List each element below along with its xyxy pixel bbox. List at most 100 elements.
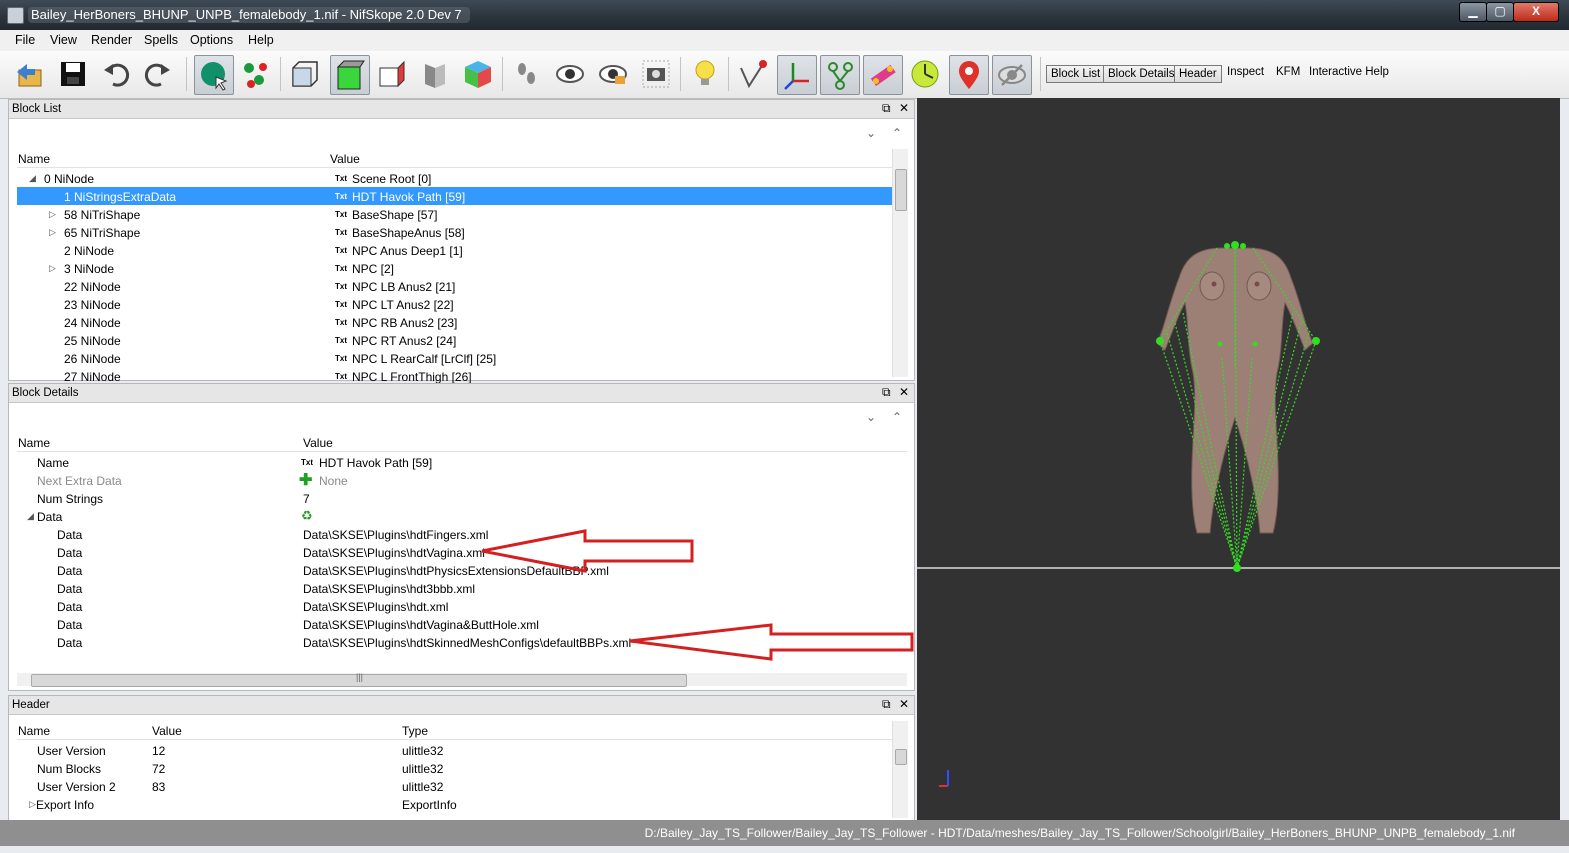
col-value[interactable]: Value <box>303 436 333 450</box>
show-markers-icon[interactable] <box>949 55 989 95</box>
block-value: NPC LB Anus2 [21] <box>352 280 456 294</box>
detail-row[interactable]: Data Data\SKSE\Plugins\hdtVagina&ButtHole… <box>17 615 907 633</box>
lighting-icon[interactable] <box>686 55 724 93</box>
block-name: 22 NiNode <box>64 280 121 294</box>
screenshot-icon[interactable] <box>637 55 675 93</box>
close-panel-icon[interactable]: ✕ <box>899 385 909 399</box>
block-list-row[interactable]: 22 NiNode Txt NPC LB Anus2 [21] <box>17 277 892 295</box>
expand-arrow-icon[interactable]: ▷ <box>49 263 56 274</box>
view-top-icon[interactable] <box>330 55 370 95</box>
expand-arrow-icon[interactable]: ◢ <box>27 511 34 522</box>
detail-row[interactable]: Data Data\SKSE\Plugins\hdtFingers.xml <box>17 525 907 543</box>
menu-help[interactable]: Help <box>248 33 274 47</box>
detail-row[interactable]: Data Data\SKSE\Plugins\hdt3bbb.xml <box>17 579 907 597</box>
menu-render[interactable]: Render <box>91 33 132 47</box>
select-vertex-icon[interactable] <box>238 55 276 93</box>
minimize-button[interactable]: ▁ <box>1459 2 1487 22</box>
expand-arrow-icon[interactable]: ▷ <box>29 799 36 810</box>
menu-options[interactable]: Options <box>190 33 233 47</box>
header-value: 83 <box>152 780 166 794</box>
show-constraints-icon[interactable] <box>906 55 944 93</box>
close-panel-icon[interactable]: ✕ <box>899 101 909 115</box>
show-vertices-icon[interactable] <box>734 55 772 93</box>
block-details-title: Block Details <box>12 387 79 399</box>
view-front-icon[interactable] <box>286 55 324 93</box>
header-row[interactable]: User Version 2 83 ulittle32 <box>17 777 892 795</box>
block-list-row[interactable]: 24 NiNode Txt NPC RB Anus2 [23] <box>17 313 892 331</box>
inspect-link[interactable]: Inspect <box>1227 66 1264 78</box>
show-nodes-icon[interactable] <box>820 55 860 95</box>
block-list-row[interactable]: 1 NiStringsExtraData Txt HDT Havok Path [5… <box>17 187 892 205</box>
collapse-all-icon[interactable]: ⌃ <box>892 410 902 424</box>
interactive-help-link[interactable]: Interactive Help <box>1309 66 1389 78</box>
load-icon[interactable] <box>10 55 48 93</box>
collapse-all-icon[interactable]: ⌃ <box>892 126 902 140</box>
header-row[interactable]: ▷ Export Info ExportInfo <box>17 795 892 813</box>
block-list-row[interactable]: ▷ 3 NiNode Txt NPC [2] <box>17 259 892 277</box>
col-value[interactable]: Value <box>330 152 360 166</box>
toggle-block-list[interactable]: Block List <box>1046 65 1106 83</box>
block-list-row[interactable]: 2 NiNode Txt NPC Anus Deep1 [1] <box>17 241 892 259</box>
menu-spells[interactable]: Spells <box>144 33 178 47</box>
kfm-link[interactable]: KFM <box>1276 66 1300 78</box>
menu-file[interactable]: File <box>15 33 35 47</box>
col-name[interactable]: Name <box>18 436 50 450</box>
walk-icon[interactable] <box>508 55 546 93</box>
show-marker-icon[interactable] <box>594 55 632 93</box>
detail-row[interactable]: Num Strings 7 <box>17 489 907 507</box>
user-view-icon[interactable] <box>459 55 497 93</box>
undo-icon[interactable] <box>98 55 136 93</box>
detail-row[interactable]: Name Txt HDT Havok Path [59] <box>17 453 907 471</box>
hide-icon[interactable] <box>992 55 1032 95</box>
toggle-block-details[interactable]: Block Details <box>1103 65 1180 83</box>
txt-icon: Txt <box>335 246 347 255</box>
close-panel-icon[interactable]: ✕ <box>899 697 909 711</box>
header-row[interactable]: Num Block Types 9 ushort <box>17 813 892 818</box>
scroll-thumb[interactable] <box>895 749 907 765</box>
header-value: 9 <box>152 816 159 818</box>
header-row[interactable]: Num Blocks 72 ulittle32 <box>17 759 892 777</box>
show-havok-icon[interactable] <box>863 55 903 95</box>
block-list-row[interactable]: ◢ 0 NiNode Txt Scene Root [0] <box>17 169 892 187</box>
header-vscroll[interactable] <box>892 721 908 818</box>
expand-arrow-icon[interactable]: ◢ <box>29 173 36 184</box>
block-list-row[interactable]: 26 NiNode Txt NPC L RearCalf [LrClf] [25] <box>17 349 892 367</box>
expand-arrow-icon[interactable]: ▷ <box>49 227 56 238</box>
render-viewport[interactable] <box>917 98 1560 820</box>
block-details-panel: Block Details ⧉ ✕ ⌄ ⌃ Name Value Name Txt… <box>8 383 915 691</box>
maximize-button[interactable]: ▢ <box>1486 2 1514 22</box>
model-view[interactable] <box>917 98 1560 820</box>
detail-row[interactable]: ◢ Data ♻ <box>17 507 907 525</box>
txt-icon: Txt <box>335 210 347 219</box>
perspective-icon[interactable] <box>416 55 454 93</box>
save-icon[interactable] <box>54 55 92 93</box>
detail-row[interactable]: Next Extra Data ✚ None <box>17 471 907 489</box>
detail-row[interactable]: Data Data\SKSE\Plugins\hdtVagina.xml <box>17 543 907 561</box>
block-list-row[interactable]: 25 NiNode Txt NPC RT Anus2 [24] <box>17 331 892 349</box>
redo-icon[interactable] <box>138 55 176 93</box>
menu-view[interactable]: View <box>50 33 77 47</box>
expand-all-icon[interactable]: ⌄ <box>866 410 876 424</box>
scroll-thumb[interactable] <box>895 169 907 211</box>
header-row[interactable]: User Version 12 ulittle32 <box>17 741 892 759</box>
block-list-row[interactable]: 23 NiNode Txt NPC LT Anus2 [22] <box>17 295 892 313</box>
show-hidden-icon[interactable] <box>551 55 589 93</box>
col-name[interactable]: Name <box>18 152 50 166</box>
float-icon[interactable]: ⧉ <box>882 101 891 116</box>
view-side-icon[interactable] <box>373 55 411 93</box>
show-axes-icon[interactable] <box>777 55 817 95</box>
block-list-vscroll[interactable] <box>892 149 908 377</box>
block-list-row[interactable]: ▷ 58 NiTriShape Txt BaseShape [57] <box>17 205 892 223</box>
close-button[interactable]: X <box>1513 2 1559 22</box>
expand-all-icon[interactable]: ⌄ <box>866 126 876 140</box>
toggle-header[interactable]: Header <box>1174 65 1222 83</box>
block-list-row[interactable]: ▷ 65 NiTriShape Txt BaseShapeAnus [58] <box>17 223 892 241</box>
file-path: D:/Bailey_Jay_TS_Follower/Bailey_Jay_TS_… <box>644 826 1515 840</box>
block-details-hscroll[interactable]: ||| <box>17 672 907 687</box>
detail-row[interactable]: Data Data\SKSE\Plugins\hdtPhysicsExtensio… <box>17 561 907 579</box>
select-object-icon[interactable] <box>194 55 234 95</box>
detail-row[interactable]: Data Data\SKSE\Plugins\hdt.xml <box>17 597 907 615</box>
float-icon[interactable]: ⧉ <box>882 385 891 400</box>
detail-row[interactable]: Data Data\SKSE\Plugins\hdtSkinnedMeshConf… <box>17 633 907 651</box>
expand-arrow-icon[interactable]: ▷ <box>49 209 56 220</box>
